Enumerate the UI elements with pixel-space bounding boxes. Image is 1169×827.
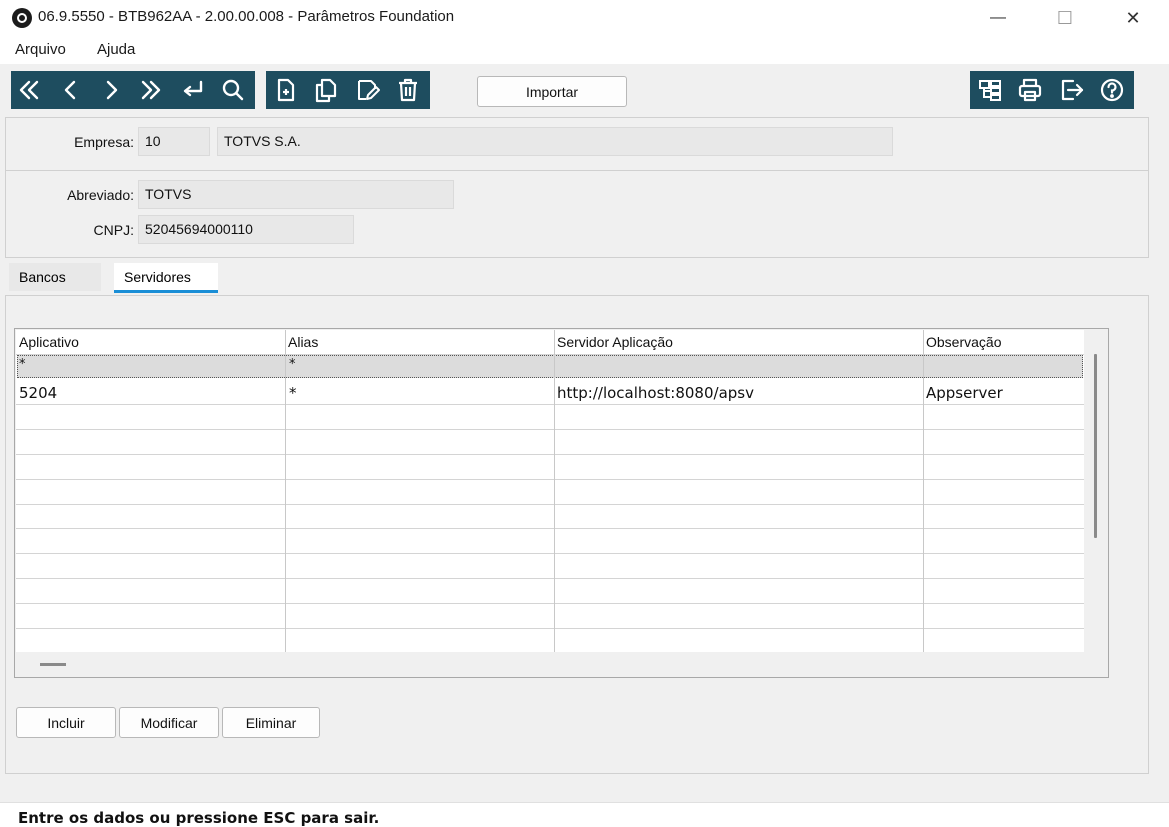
status-message: Entre os dados ou pressione ESC para sai… (18, 809, 380, 827)
goto-icon[interactable] (179, 75, 207, 105)
cell-servidor: http://localhost:8080/apsv (557, 384, 754, 402)
app-logo-icon (12, 8, 32, 28)
abreviado-field[interactable]: TOTVS (138, 180, 454, 209)
empresa-name-field[interactable]: TOTVS S.A. (217, 127, 893, 156)
empresa-label: Empresa: (74, 134, 134, 150)
cnpj-field[interactable]: 52045694000110 (138, 215, 354, 244)
column-header-servidor[interactable]: Servidor Aplicação (557, 334, 673, 350)
help-icon[interactable] (1098, 75, 1126, 105)
horizontal-scrollbar[interactable] (40, 663, 66, 666)
minimize-button[interactable]: — (975, 0, 1021, 36)
menu-arquivo[interactable]: Arquivo (15, 41, 66, 58)
cell-aplicativo: 5204 (19, 384, 58, 402)
structure-icon[interactable] (976, 75, 1004, 105)
exit-icon[interactable] (1058, 75, 1086, 105)
vertical-scrollbar[interactable] (1094, 354, 1097, 538)
search-icon[interactable] (219, 75, 247, 105)
column-header-observacao[interactable]: Observação (926, 334, 1001, 350)
new-icon[interactable] (272, 75, 300, 105)
menu-bar (0, 36, 1169, 64)
menu-ajuda[interactable]: Ajuda (97, 41, 135, 58)
previous-icon[interactable] (57, 75, 85, 105)
incluir-button[interactable]: Incluir (16, 707, 116, 738)
eliminar-button[interactable]: Eliminar (222, 707, 320, 738)
active-tab-indicator (114, 290, 218, 293)
edit-toolbar (266, 71, 430, 109)
abreviado-label: Abreviado: (67, 187, 134, 203)
cell-alias: * (289, 384, 297, 402)
modificar-button[interactable]: Modificar (119, 707, 219, 738)
tab-servidores[interactable]: Servidores (114, 263, 218, 291)
next-icon[interactable] (97, 75, 125, 105)
import-button[interactable]: Importar (477, 76, 627, 107)
window-title: 06.9.5550 - BTB962AA - 2.00.00.008 - Par… (38, 8, 455, 25)
last-icon[interactable] (137, 75, 165, 105)
navigation-toolbar (11, 71, 255, 109)
filter-cell-aplicativo[interactable]: * (19, 357, 26, 372)
close-button[interactable]: ✕ (1110, 0, 1156, 36)
table-row[interactable] (16, 380, 1084, 404)
empresa-code-field[interactable]: 10 (138, 127, 210, 156)
tab-bancos[interactable]: Bancos (9, 263, 101, 291)
cnpj-label: CNPJ: (93, 222, 134, 238)
filter-cell-alias[interactable]: * (289, 357, 296, 372)
maximize-button[interactable]: ☐ (1042, 0, 1088, 36)
utility-toolbar (970, 71, 1134, 109)
column-header-alias[interactable]: Alias (288, 334, 318, 350)
print-icon[interactable] (1016, 75, 1044, 105)
copy-icon[interactable] (312, 75, 340, 105)
delete-icon[interactable] (394, 75, 422, 105)
edit-icon[interactable] (354, 75, 382, 105)
column-header-aplicativo[interactable]: Aplicativo (19, 334, 79, 350)
first-icon[interactable] (15, 75, 43, 105)
cell-observacao: Appserver (926, 384, 1003, 402)
